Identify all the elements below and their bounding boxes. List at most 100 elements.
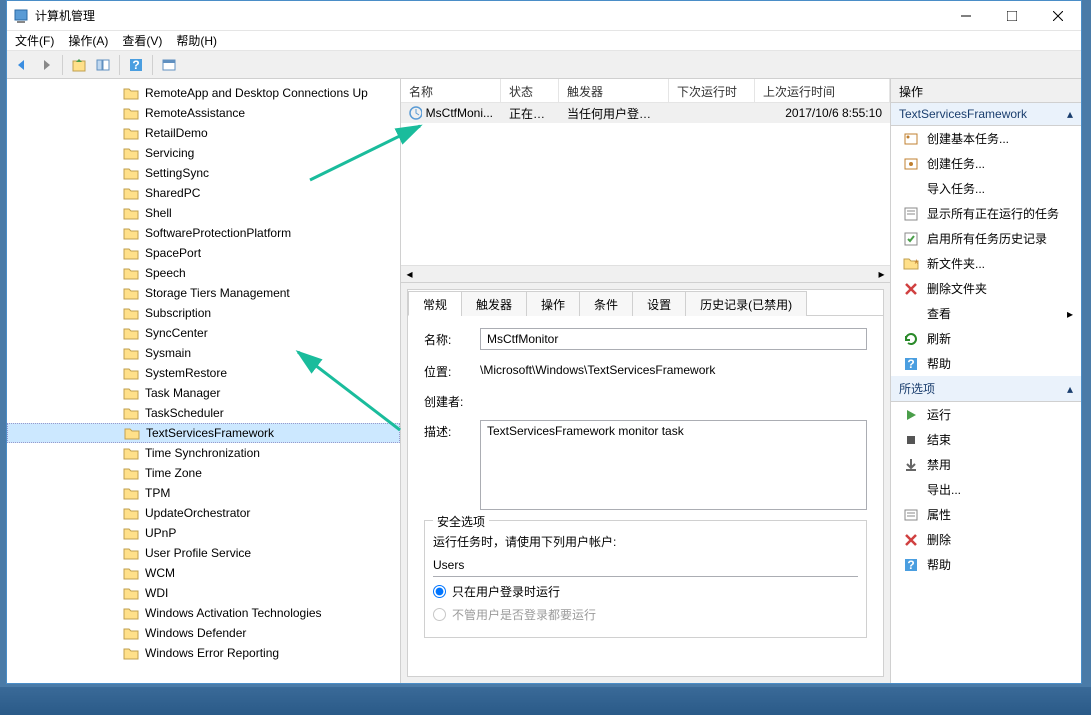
tree-item[interactable]: Windows Error Reporting bbox=[7, 643, 400, 663]
main-window: 计算机管理 文件(F) 操作(A) 查看(V) 帮助(H) ? RemoteAp… bbox=[6, 0, 1082, 684]
up-button[interactable] bbox=[68, 54, 90, 76]
task-row[interactable]: MsCtfMoni...正在运行当任何用户登录时2017/10/6 8:55:1… bbox=[401, 103, 890, 123]
action-label: 运行 bbox=[927, 406, 1073, 423]
tree-item[interactable]: Time Synchronization bbox=[7, 443, 400, 463]
menu-help[interactable]: 帮助(H) bbox=[176, 32, 217, 49]
tree-item[interactable]: RemoteAssistance bbox=[7, 103, 400, 123]
action-item[interactable]: 删除 bbox=[891, 527, 1081, 552]
tree-item[interactable]: RemoteApp and Desktop Connections Up bbox=[7, 83, 400, 103]
security-legend: 安全选项 bbox=[433, 513, 489, 530]
action-icon bbox=[903, 131, 919, 147]
tree-item[interactable]: SpacePort bbox=[7, 243, 400, 263]
action-item[interactable]: 刷新 bbox=[891, 326, 1081, 351]
tree-item-label: Windows Error Reporting bbox=[145, 646, 279, 660]
action-icon: ? bbox=[903, 557, 919, 573]
action-item[interactable]: ?帮助 bbox=[891, 351, 1081, 376]
tree-item[interactable]: SyncCenter bbox=[7, 323, 400, 343]
col-status[interactable]: 状态 bbox=[501, 79, 559, 102]
scroll-left-icon[interactable]: ◂ bbox=[401, 266, 418, 283]
tree-item-label: Shell bbox=[145, 206, 172, 220]
action-icon bbox=[903, 457, 919, 473]
action-item[interactable]: 运行 bbox=[891, 402, 1081, 427]
tree-item[interactable]: Windows Activation Technologies bbox=[7, 603, 400, 623]
task-last-run: 2017/10/6 8:55:10 bbox=[755, 104, 890, 122]
task-next-run bbox=[669, 111, 755, 115]
radio-logged-on-input[interactable] bbox=[433, 585, 446, 598]
action-item[interactable]: ?帮助 bbox=[891, 552, 1081, 577]
action-item[interactable]: 创建基本任务... bbox=[891, 126, 1081, 151]
tree-item[interactable]: Shell bbox=[7, 203, 400, 223]
tree-item[interactable]: SoftwareProtectionPlatform bbox=[7, 223, 400, 243]
action-item[interactable]: 属性 bbox=[891, 502, 1081, 527]
col-last-run[interactable]: 上次运行时间 bbox=[755, 79, 890, 102]
menu-action[interactable]: 操作(A) bbox=[68, 32, 108, 49]
radio-always-input[interactable] bbox=[433, 608, 446, 621]
task-list-scrollbar[interactable]: ◂ ▸ bbox=[401, 265, 890, 282]
svg-text:*: * bbox=[914, 257, 919, 271]
tree-item[interactable]: Servicing bbox=[7, 143, 400, 163]
tree-item[interactable]: RetailDemo bbox=[7, 123, 400, 143]
tree-panel[interactable]: RemoteApp and Desktop Connections UpRemo… bbox=[7, 79, 401, 683]
close-button[interactable] bbox=[1035, 1, 1081, 30]
minimize-button[interactable] bbox=[943, 1, 989, 30]
tree-item[interactable]: SettingSync bbox=[7, 163, 400, 183]
tree-item-label: Windows Activation Technologies bbox=[145, 606, 322, 620]
tab-actions[interactable]: 操作 bbox=[526, 291, 580, 316]
action-item[interactable]: *新文件夹... bbox=[891, 251, 1081, 276]
tree-item[interactable]: WCM bbox=[7, 563, 400, 583]
tree-item[interactable]: SystemRestore bbox=[7, 363, 400, 383]
tab-general[interactable]: 常规 bbox=[408, 291, 462, 316]
actions-section-context[interactable]: TextServicesFramework ▴ bbox=[891, 103, 1081, 126]
actions-list-selected: 运行结束禁用导出...属性删除?帮助 bbox=[891, 402, 1081, 577]
action-item[interactable]: 导入任务... bbox=[891, 176, 1081, 201]
tab-triggers[interactable]: 触发器 bbox=[461, 291, 527, 316]
scroll-track[interactable] bbox=[418, 266, 873, 283]
menu-view[interactable]: 查看(V) bbox=[122, 32, 162, 49]
action-item[interactable]: 查看▸ bbox=[891, 301, 1081, 326]
tree-item[interactable]: Task Manager bbox=[7, 383, 400, 403]
col-triggers[interactable]: 触发器 bbox=[559, 79, 669, 102]
tree-item[interactable]: TaskScheduler bbox=[7, 403, 400, 423]
task-name: MsCtfMoni... bbox=[426, 106, 493, 120]
forward-button[interactable] bbox=[35, 54, 57, 76]
back-button[interactable] bbox=[11, 54, 33, 76]
show-hide-button[interactable] bbox=[92, 54, 114, 76]
action-item[interactable]: 显示所有正在运行的任务 bbox=[891, 201, 1081, 226]
col-name[interactable]: 名称 bbox=[401, 79, 501, 102]
radio-always[interactable]: 不管用户是否登录都要运行 bbox=[433, 606, 858, 623]
action-item[interactable]: 导出... bbox=[891, 477, 1081, 502]
actions-section-selected[interactable]: 所选项 ▴ bbox=[891, 376, 1081, 402]
properties-button[interactable] bbox=[158, 54, 180, 76]
tree-item[interactable]: Sysmain bbox=[7, 343, 400, 363]
tree-item-label: SpacePort bbox=[145, 246, 201, 260]
tree-item[interactable]: Storage Tiers Management bbox=[7, 283, 400, 303]
tree-item[interactable]: User Profile Service bbox=[7, 543, 400, 563]
help-button[interactable]: ? bbox=[125, 54, 147, 76]
tree-item[interactable]: Speech bbox=[7, 263, 400, 283]
action-item[interactable]: 禁用 bbox=[891, 452, 1081, 477]
tab-conditions[interactable]: 条件 bbox=[579, 291, 633, 316]
scroll-right-icon[interactable]: ▸ bbox=[873, 266, 890, 283]
tree-item[interactable]: Subscription bbox=[7, 303, 400, 323]
tree-item[interactable]: TextServicesFramework bbox=[7, 423, 400, 443]
tree-item[interactable]: TPM bbox=[7, 483, 400, 503]
menubar: 文件(F) 操作(A) 查看(V) 帮助(H) bbox=[7, 31, 1081, 51]
tree-item[interactable]: UPnP bbox=[7, 523, 400, 543]
col-next-run[interactable]: 下次运行时间 bbox=[669, 79, 755, 102]
maximize-button[interactable] bbox=[989, 1, 1035, 30]
tab-content: 名称: MsCtfMonitor 位置: \Microsoft\Windows\… bbox=[408, 316, 883, 676]
action-item[interactable]: 删除文件夹 bbox=[891, 276, 1081, 301]
tree-item-label: Speech bbox=[145, 266, 186, 280]
action-item[interactable]: 启用所有任务历史记录 bbox=[891, 226, 1081, 251]
menu-file[interactable]: 文件(F) bbox=[15, 32, 54, 49]
tree-item[interactable]: WDI bbox=[7, 583, 400, 603]
action-item[interactable]: 结束 bbox=[891, 427, 1081, 452]
radio-logged-on[interactable]: 只在用户登录时运行 bbox=[433, 583, 858, 600]
tree-item[interactable]: SharedPC bbox=[7, 183, 400, 203]
tab-settings[interactable]: 设置 bbox=[632, 291, 686, 316]
tab-history[interactable]: 历史记录(已禁用) bbox=[685, 291, 807, 316]
action-item[interactable]: 创建任务... bbox=[891, 151, 1081, 176]
tree-item[interactable]: Windows Defender bbox=[7, 623, 400, 643]
tree-item[interactable]: UpdateOrchestrator bbox=[7, 503, 400, 523]
tree-item[interactable]: Time Zone bbox=[7, 463, 400, 483]
